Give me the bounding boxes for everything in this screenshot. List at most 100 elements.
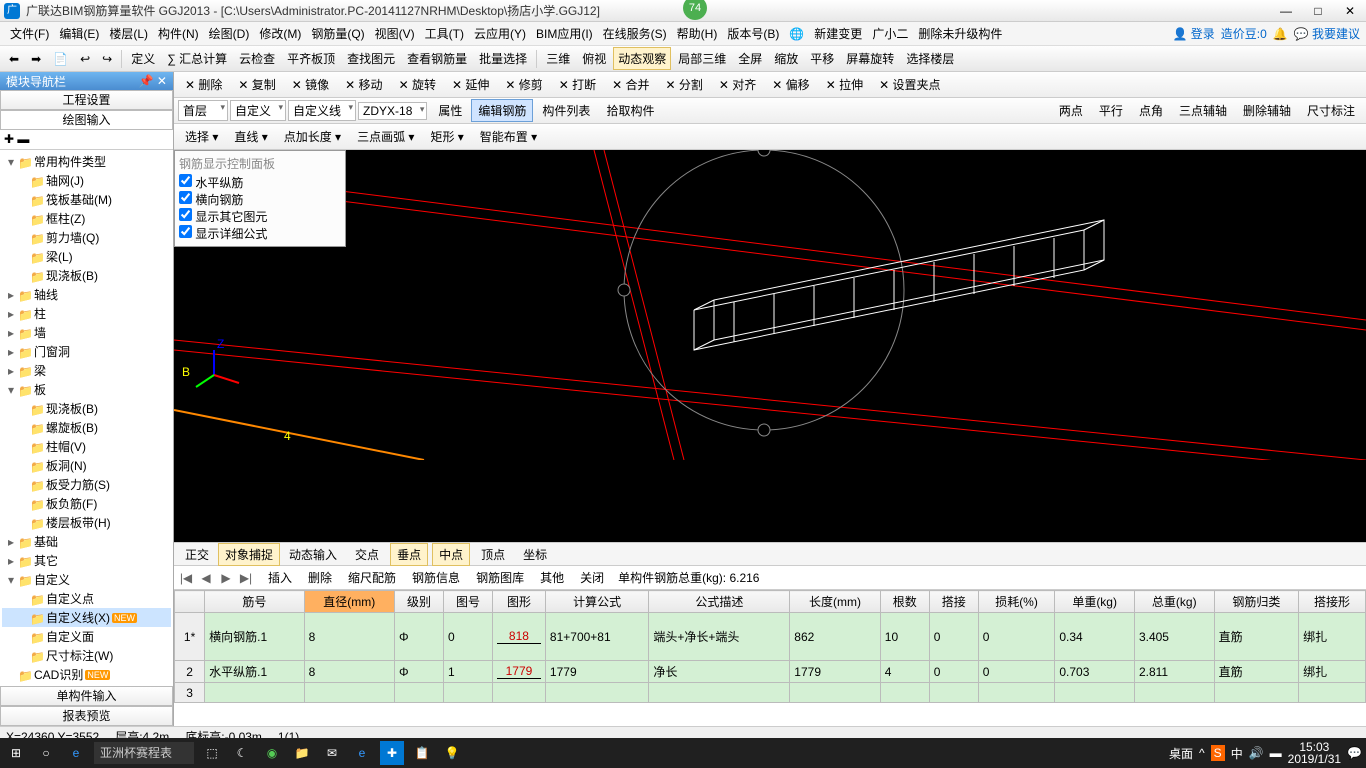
grid-cell[interactable] [929, 683, 978, 703]
tree-node[interactable]: 📁板洞(N) [2, 456, 171, 475]
task-icon[interactable]: 💡 [440, 741, 464, 765]
component-tree[interactable]: ▾📁常用构件类型📁轴网(J)📁筏板基础(M)📁框柱(Z)📁剪力墙(Q)📁梁(L)… [0, 150, 173, 686]
grid-header[interactable]: 损耗(%) [978, 591, 1055, 613]
grid-cell[interactable] [205, 683, 304, 703]
grid-header[interactable] [175, 591, 205, 613]
grid-cell[interactable] [492, 683, 545, 703]
menu-item[interactable]: 在线服务(S) [599, 23, 671, 44]
grid-cell[interactable] [304, 683, 394, 703]
history-button[interactable]: 📄 [48, 49, 73, 69]
toolbar-button[interactable]: 批量选择 [474, 47, 532, 70]
tree-node[interactable]: ▸📁柱 [2, 304, 171, 323]
rebar-option[interactable]: 水平纵筋 [179, 174, 341, 191]
start-button[interactable]: ⊞ [4, 741, 28, 765]
tree-node[interactable]: 📁现浇板(B) [2, 266, 171, 285]
grid-header[interactable]: 计算公式 [545, 591, 648, 613]
tree-node[interactable]: 📁自定义线(X)NEW [2, 608, 171, 627]
edit-button[interactable]: ✕ 打断 [552, 73, 603, 96]
tree-node[interactable]: ▸📁墙 [2, 323, 171, 342]
tree-node[interactable]: 📁板受力筋(S) [2, 475, 171, 494]
grid-cell[interactable]: 1779 [545, 661, 648, 683]
system-tray[interactable]: 桌面 ^ S 中 🔊 ▬ 15:03 2019/1/31 💬 [1169, 741, 1362, 765]
draw-tool-button[interactable]: 智能布置 ▾ [473, 125, 544, 148]
nav-tab-draw[interactable]: 绘图输入 [0, 110, 173, 130]
grid-cell[interactable]: 直筋 [1214, 613, 1299, 661]
menu-item[interactable]: 视图(V) [371, 23, 419, 44]
edit-button[interactable]: ✕ 对齐 [712, 73, 763, 96]
rebar-option[interactable]: 显示其它图元 [179, 208, 341, 225]
tree-node[interactable]: 📁现浇板(B) [2, 399, 171, 418]
floor-selector[interactable]: 自定义 [230, 100, 286, 121]
nav-tab-single[interactable]: 单构件输入 [0, 686, 173, 706]
tree-node[interactable]: 📁CAD识别NEW [2, 665, 171, 684]
snap-button[interactable]: 对象捕捉 [218, 543, 280, 566]
grid-header[interactable]: 公式描述 [649, 591, 790, 613]
tree-node[interactable]: 📁自定义面 [2, 627, 171, 646]
grid-cell[interactable]: 8 [304, 661, 394, 683]
data-button[interactable]: 插入 [262, 567, 298, 588]
menu-right-item[interactable]: 造价豆:0 [1221, 25, 1267, 42]
aux-button[interactable]: 点角 [1132, 99, 1170, 122]
grid-cell[interactable]: 直筋 [1214, 661, 1299, 683]
draw-tool-button[interactable]: 矩形 ▾ [423, 125, 470, 148]
grid-cell[interactable] [790, 683, 880, 703]
tree-node[interactable]: 📁轴网(J) [2, 171, 171, 190]
task-icon[interactable]: ⬚ [200, 741, 224, 765]
task-icon[interactable]: ◉ [260, 741, 284, 765]
edit-button[interactable]: ✕ 移动 [338, 73, 389, 96]
grid-cell[interactable]: 1* [175, 613, 205, 661]
grid-cell[interactable]: 8 [304, 613, 394, 661]
grid-cell[interactable] [545, 683, 648, 703]
grid-cell[interactable] [395, 683, 444, 703]
aux-button[interactable]: 两点 [1052, 99, 1090, 122]
view-button[interactable]: 屏幕旋转 [841, 47, 899, 70]
record-nav-button[interactable]: ▶ [218, 571, 234, 585]
data-button[interactable]: 其他 [534, 567, 570, 588]
taskbar-search[interactable]: 亚洲杯赛程表 [94, 742, 194, 764]
edge-icon[interactable]: e [350, 741, 374, 765]
rebar-grid[interactable]: 筋号直径(mm)级别图号图形计算公式公式描述长度(mm)根数搭接损耗(%)单重(… [174, 590, 1366, 726]
snap-button[interactable]: 中点 [432, 543, 470, 566]
tree-node[interactable]: ▾📁常用构件类型 [2, 152, 171, 171]
menu-item[interactable]: 帮助(H) [673, 23, 722, 44]
grid-cell[interactable]: 0.703 [1055, 661, 1135, 683]
menu-item[interactable]: BIM应用(I) [532, 23, 597, 44]
rebar-option[interactable]: 显示详细公式 [179, 225, 341, 242]
tree-node[interactable]: 📁尺寸标注(W) [2, 646, 171, 665]
menu-item[interactable]: 编辑(E) [55, 23, 103, 44]
toolbar-button[interactable]: 查找图元 [342, 47, 400, 70]
nav-tab-report[interactable]: 报表预览 [0, 706, 173, 726]
grid-cell[interactable]: 绑扎 [1299, 661, 1366, 683]
toolbar-button[interactable]: 查看钢筋量 [402, 47, 472, 70]
menu-extra[interactable]: 删除未升级构件 [914, 23, 1006, 44]
menu-item[interactable]: 文件(F) [6, 23, 53, 44]
history-button[interactable]: ⬅ [4, 49, 24, 69]
menu-extra[interactable]: 新建变更 [810, 23, 866, 44]
tree-node[interactable]: 📁剪力墙(Q) [2, 228, 171, 247]
task-icon[interactable]: ✉ [320, 741, 344, 765]
grid-cell[interactable]: 2.811 [1134, 661, 1214, 683]
menu-right-item[interactable]: 👤 登录 [1172, 25, 1214, 42]
menu-right-item[interactable]: 🔔 [1273, 27, 1288, 41]
grid-header[interactable]: 图形 [492, 591, 545, 613]
menu-item[interactable]: 版本号(B) [723, 23, 783, 44]
property-button[interactable]: 构件列表 [535, 99, 597, 122]
grid-header[interactable]: 级别 [395, 591, 444, 613]
data-button[interactable]: 删除 [302, 567, 338, 588]
draw-tool-button[interactable]: 直线 ▾ [227, 125, 274, 148]
close-button[interactable]: ✕ [1338, 4, 1362, 18]
grid-cell[interactable]: 绑扎 [1299, 613, 1366, 661]
floor-selector[interactable]: 自定义线 [288, 100, 356, 121]
cortana-icon[interactable]: ○ [34, 741, 58, 765]
aux-button[interactable]: 尺寸标注 [1300, 99, 1362, 122]
grid-cell[interactable]: 818 [492, 613, 545, 661]
edit-button[interactable]: ✕ 延伸 [445, 73, 496, 96]
table-row[interactable]: 3 [175, 683, 1366, 703]
action-center-icon[interactable]: 💬 [1347, 746, 1362, 760]
aux-button[interactable]: 平行 [1092, 99, 1130, 122]
snap-button[interactable]: 交点 [348, 543, 386, 566]
edit-button[interactable]: ✕ 偏移 [765, 73, 816, 96]
edit-button[interactable]: ✕ 镜像 [285, 73, 336, 96]
grid-cell[interactable] [649, 683, 790, 703]
history-button[interactable]: ↪ [97, 49, 117, 69]
